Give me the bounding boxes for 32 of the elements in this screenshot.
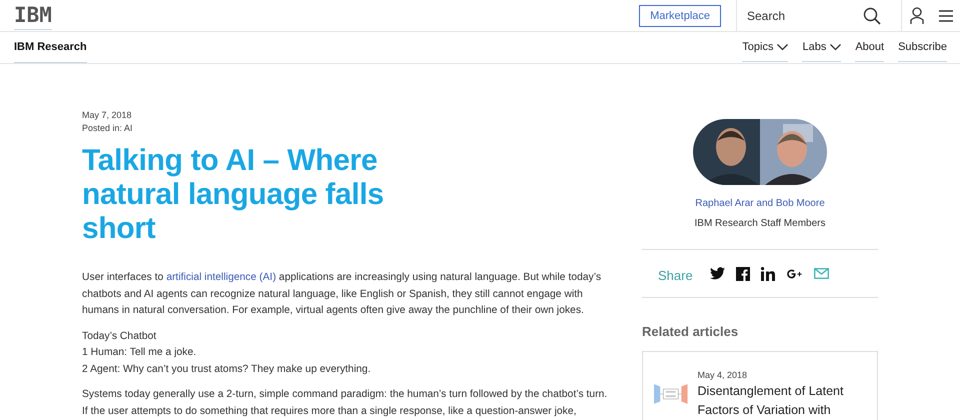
author-names[interactable]: Raphael Arar and Bob Moore (642, 198, 878, 209)
article-title[interactable]: Disentanglement of Latent Factors of Variation with (698, 382, 873, 420)
post-date: May 7, 2018 (82, 109, 133, 122)
article-title: Talking to AI – Where natural language falls short (82, 144, 385, 246)
article-date: May 4, 2018 (698, 370, 748, 380)
marketplace-button[interactable]: Marketplace (639, 4, 721, 26)
bird-icon[interactable] (710, 267, 725, 280)
paragraph: Systems today generally use a 2-turn, simple command paradigm: the human’s turn followed by the chatbot’s turn. If the user attempts to do something that requires more than a single response, like a question-answer joke, (82, 388, 608, 418)
nav-link[interactable]: Labs (802, 33, 842, 62)
dialog-line: 2 Agent: Why can’t you trust atoms? They make up everything. (82, 362, 372, 376)
paragraph: User interfaces to artificial intelligence (AI) applications are increasingly using natural language. But while today’s chatbots and AI agents can recognize natural language, like English or Spanish, they still cannot engage with humans in natural conversation. For example, virtual agents often give away the punchline of their own jokes. (82, 271, 602, 318)
author-role: IBM Research Staff Members (694, 218, 826, 229)
dialog-line: 1 Human: Tell me a joke. (82, 346, 198, 360)
linkedin-icon[interactable] (760, 266, 776, 280)
site-title[interactable]: IBM Research (14, 32, 87, 63)
facebook-icon[interactable] (736, 266, 750, 280)
nav-link[interactable]: Topics (742, 33, 788, 62)
chevron-icon (777, 44, 788, 50)
nav-link[interactable]: About (855, 33, 884, 62)
menu-icon[interactable] (938, 10, 952, 22)
google-plus-icon[interactable] (786, 268, 803, 278)
post-category: Posted in: AI (82, 122, 134, 135)
dialog-line: Today’s Chatbot (82, 330, 158, 344)
text-link[interactable]: artificial intelligence (AI) (166, 272, 276, 283)
related-article-card[interactable]: May 4, 2018 Disentanglement of Latent Factors of Variation with (642, 351, 878, 420)
chevron-icon (830, 44, 842, 50)
user-icon[interactable] (910, 6, 924, 24)
logo[interactable]: IBM (14, 1, 52, 30)
share-label: Share (658, 268, 693, 283)
search-icon[interactable] (863, 6, 881, 24)
nav-link[interactable]: Subscribe (898, 33, 947, 62)
section-heading: Related articles (642, 324, 740, 339)
